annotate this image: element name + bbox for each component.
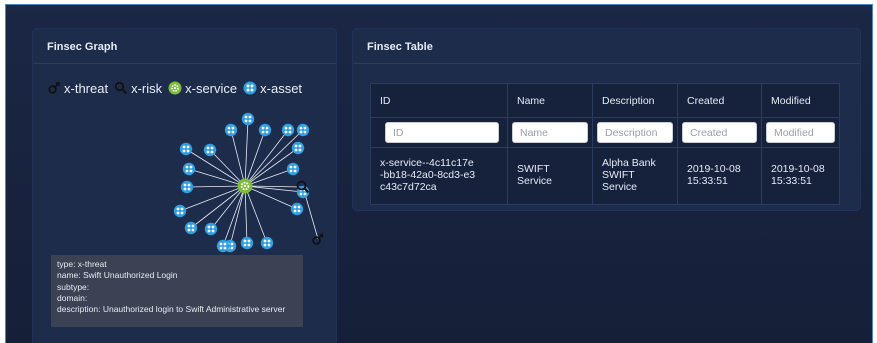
- column-header-id[interactable]: ID: [371, 84, 508, 118]
- asset-node[interactable]: [180, 180, 194, 194]
- tooltip-domain: domain:: [57, 292, 88, 303]
- asset-node[interactable]: [182, 162, 196, 176]
- graph-link: [244, 129, 304, 187]
- column-header-modified[interactable]: Modified: [762, 84, 839, 118]
- network-graph[interactable]: [33, 29, 336, 254]
- graph-link: [244, 118, 249, 187]
- tooltip-description: description: Unauthorized login to Swift…: [57, 304, 286, 315]
- service-node[interactable]: [237, 178, 253, 194]
- asset-node[interactable]: [204, 222, 218, 236]
- asset-node[interactable]: [260, 236, 274, 250]
- id-filter-input[interactable]: [385, 122, 499, 143]
- finsec-graph-panel: Finsec Graph x-threat x-risk x-service x…: [33, 29, 336, 343]
- tooltip-type: type: x-threat: [57, 259, 107, 269]
- filter-cell-description: [593, 118, 678, 148]
- filter-cell-created: [678, 118, 762, 148]
- tooltip-name: name: Swift Unauthorized Login: [57, 270, 178, 281]
- asset-node[interactable]: [173, 204, 187, 218]
- asset-node[interactable]: [216, 239, 230, 253]
- cell-name[interactable]: SWIFT Service: [508, 148, 593, 204]
- threat-node[interactable]: [312, 233, 324, 245]
- node-tooltip: type: x-threat name: Swift Unauthorized …: [51, 255, 303, 327]
- asset-node[interactable]: [291, 141, 305, 155]
- cell-id[interactable]: x-service--4c11c17e-bb18-42a0-8cd3-e3c43…: [371, 148, 508, 204]
- asset-node[interactable]: [203, 143, 217, 157]
- column-header-description[interactable]: Description: [593, 84, 678, 118]
- finsec-table: ID Name Description Created Modified x-s…: [370, 83, 840, 205]
- filter-cell-id: [371, 118, 508, 148]
- app-frame: Finsec Graph x-threat x-risk x-service x…: [5, 4, 873, 343]
- asset-node[interactable]: [286, 162, 300, 176]
- asset-node[interactable]: [258, 123, 272, 137]
- filter-cell-modified: [762, 118, 839, 148]
- cell-created[interactable]: 2019-10-08 15:33:51: [678, 148, 762, 204]
- created-filter-input[interactable]: [682, 122, 757, 143]
- table-panel-title: Finsec Table: [367, 41, 433, 53]
- asset-node[interactable]: [296, 123, 310, 137]
- asset-node[interactable]: [281, 123, 295, 137]
- graph-link: [230, 129, 246, 187]
- asset-node[interactable]: [184, 221, 198, 235]
- column-header-created[interactable]: Created: [678, 84, 762, 118]
- finsec-table-panel: Finsec Table ID Name Description Created…: [353, 29, 860, 210]
- column-header-name[interactable]: Name: [508, 84, 593, 118]
- table-panel-divider: [353, 63, 860, 64]
- name-filter-input[interactable]: [512, 122, 588, 143]
- graph-link: [244, 185, 248, 244]
- tooltip-subtype: subtype:: [57, 281, 90, 292]
- cell-modified[interactable]: 2019-10-08 15:33:51: [762, 148, 839, 204]
- graph-link: [244, 168, 294, 187]
- description-filter-input[interactable]: [597, 122, 673, 143]
- asset-node[interactable]: [224, 123, 238, 137]
- graph-link: [186, 185, 246, 188]
- asset-node[interactable]: [240, 236, 254, 250]
- graph-link: [244, 129, 266, 187]
- asset-node[interactable]: [179, 142, 193, 156]
- cell-description[interactable]: Alpha Bank SWIFT Service: [593, 148, 678, 204]
- asset-node[interactable]: [290, 202, 304, 216]
- asset-node[interactable]: [241, 112, 255, 126]
- filter-cell-name: [508, 118, 593, 148]
- modified-filter-input[interactable]: [766, 122, 835, 143]
- graph-link: [244, 129, 289, 187]
